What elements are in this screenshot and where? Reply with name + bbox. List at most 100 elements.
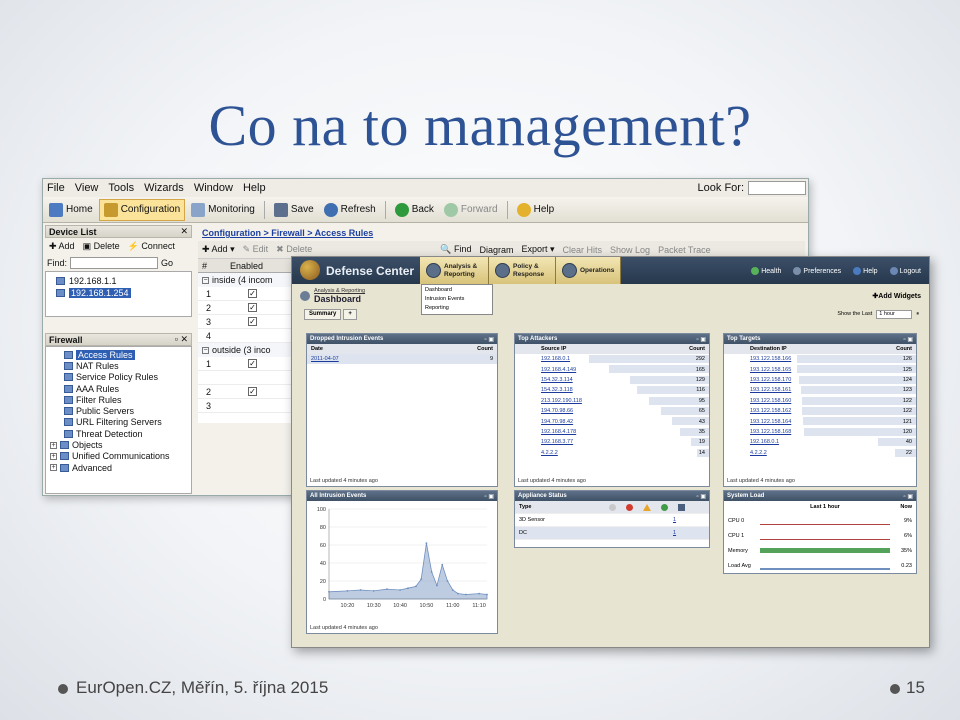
ip-link[interactable]: 192.168.3.77 [519, 439, 573, 445]
delete-rule-button[interactable]: ✖ Delete [276, 244, 312, 255]
ip-link[interactable]: 193.122.158.161 [728, 387, 791, 393]
help-link[interactable]: Help [853, 266, 878, 275]
tab-summary[interactable]: Summary [304, 308, 342, 320]
col-enabled[interactable]: Enabled [226, 261, 263, 271]
ip-link[interactable]: 193.122.158.164 [728, 419, 791, 425]
table-row[interactable]: 194.70.98.66 65 [515, 406, 709, 416]
breadcrumb[interactable]: Configuration > Firewall > Access Rules [198, 225, 805, 241]
table-row[interactable]: 154.32.3.118 116 [515, 385, 709, 395]
ip-link[interactable]: 192.168.4.149 [519, 367, 576, 373]
delete-device-button[interactable]: ▣ Delete [83, 241, 120, 252]
table-row[interactable]: 2011-04-07 9 [307, 354, 497, 365]
home-button[interactable]: Home [45, 199, 97, 221]
add-tab-button[interactable]: + [343, 308, 357, 320]
pause-icon[interactable]: ⏸ [916, 311, 919, 318]
table-row[interactable]: 192.168.0.1 292 [515, 354, 709, 364]
table-row[interactable]: 193.122.158.168 120 [724, 427, 916, 437]
time-range-select[interactable]: 1 hour [876, 309, 913, 319]
widget-controls-icon[interactable]: ▫ ▣ [697, 336, 709, 343]
forward-button[interactable]: Forward [440, 199, 502, 221]
ip-link[interactable]: 192.168.4.178 [519, 429, 576, 435]
tree-item-aaa-rules[interactable]: AAA Rules [50, 383, 187, 394]
table-row[interactable]: 192.168.4.149 165 [515, 364, 709, 374]
table-row[interactable]: 193.122.158.161 123 [724, 385, 916, 395]
preferences-link[interactable]: Preferences [793, 266, 841, 275]
table-row[interactable]: 193.122.158.166 126 [724, 354, 916, 364]
menu-item-reporting[interactable]: Reporting [425, 305, 489, 314]
table-row[interactable]: 193.122.158.164 121 [724, 416, 916, 426]
go-button[interactable]: Go [161, 258, 173, 268]
table-row[interactable]: 193.122.158.165 125 [724, 364, 916, 374]
tree-item-threat-detection[interactable]: Threat Detection [50, 428, 187, 439]
device-item[interactable]: 192.168.1.1 [56, 275, 181, 287]
enabled-checkbox[interactable]: ✓ [248, 387, 257, 396]
collapse-icon[interactable]: − [202, 276, 209, 284]
tree-item-public-servers[interactable]: Public Servers [50, 405, 187, 416]
back-button[interactable]: Back [391, 199, 438, 221]
table-row[interactable]: DC 1 [515, 527, 709, 540]
ip-link[interactable]: 193.122.158.162 [728, 408, 791, 414]
enabled-checkbox[interactable]: ✓ [248, 317, 257, 326]
expand-icon[interactable]: + [50, 452, 57, 460]
packet-trace-button[interactable]: Packet Trace [658, 245, 711, 255]
logout-link[interactable]: Logout [889, 266, 921, 275]
enabled-checkbox[interactable]: ✓ [248, 303, 257, 312]
tree-item-filter-rules[interactable]: Filter Rules [50, 394, 187, 405]
show-log-button[interactable]: Show Log [610, 245, 650, 255]
table-row[interactable]: 4.2.2.2 14 [515, 448, 709, 458]
widget-controls-icon[interactable]: ▫ ▣ [485, 336, 497, 343]
tree-item-url-filtering[interactable]: URL Filtering Servers [50, 417, 187, 428]
ip-link[interactable]: 4.2.2.2 [728, 450, 767, 456]
find-button[interactable]: 🔍 Find [440, 244, 471, 255]
table-row[interactable]: 154.32.3.114 129 [515, 375, 709, 385]
menu-help[interactable]: Help [243, 182, 266, 194]
menu-tools[interactable]: Tools [108, 182, 134, 194]
enabled-checkbox[interactable]: ✓ [248, 359, 257, 368]
expand-icon[interactable]: + [50, 464, 57, 472]
ip-link[interactable]: 193.122.158.160 [728, 398, 791, 404]
nav-analysis-reporting[interactable]: Analysis & Reporting [420, 257, 489, 284]
widget-controls-icon[interactable]: ▫ ▣ [697, 493, 709, 500]
menu-view[interactable]: View [75, 182, 99, 194]
monitoring-button[interactable]: Monitoring [187, 199, 259, 221]
table-row[interactable]: 3D Sensor 1 [515, 514, 709, 527]
table-row[interactable]: 213.192.190.118 95 [515, 396, 709, 406]
ip-link[interactable]: 193.122.158.166 [728, 356, 791, 362]
ip-link[interactable]: 193.122.158.168 [728, 429, 791, 435]
table-row[interactable]: 193.122.158.162 122 [724, 406, 916, 416]
menu-file[interactable]: File [47, 182, 65, 194]
tree-item-advanced[interactable]: + Advanced [50, 462, 187, 473]
look-for-input[interactable] [748, 181, 806, 195]
widget-controls-icon[interactable]: ▫ ▣ [904, 493, 916, 500]
edit-rule-button[interactable]: ✎ Edit [243, 244, 269, 255]
diagram-button[interactable]: Diagram [479, 245, 513, 255]
ip-link[interactable]: 192.168.0.1 [728, 439, 779, 445]
export-button[interactable]: Export ▾ [521, 244, 554, 255]
table-row[interactable]: 194.70.98.42 43 [515, 416, 709, 426]
tree-item-unified-communications[interactable]: + Unified Communications [50, 451, 187, 462]
ip-link[interactable]: 213.192.190.118 [519, 398, 582, 404]
ip-link[interactable]: 154.32.3.118 [519, 387, 573, 393]
add-device-button[interactable]: ✚ Add [49, 241, 75, 252]
ip-link[interactable]: 194.70.98.42 [519, 419, 573, 425]
nav-policy-response[interactable]: Policy & Response [489, 257, 556, 284]
add-rule-button[interactable]: ✚ Add ▾ [202, 244, 235, 255]
connect-button[interactable]: ⚡ Connect [128, 241, 175, 252]
clear-hits-button[interactable]: Clear Hits [563, 245, 603, 255]
ip-link[interactable]: 193.122.158.170 [728, 377, 791, 383]
close-icon[interactable]: ✕ [180, 226, 191, 237]
ip-link[interactable]: 154.32.3.114 [519, 377, 573, 383]
ip-link[interactable]: 194.70.98.66 [519, 408, 573, 414]
table-row[interactable]: 192.168.3.77 19 [515, 437, 709, 447]
save-button[interactable]: Save [270, 199, 318, 221]
device-item[interactable]: 192.168.1.254 [56, 287, 181, 299]
widget-controls-icon[interactable]: ▫ ▣ [485, 493, 497, 500]
health-link[interactable]: Health [751, 266, 781, 275]
menu-item-intrusion-events[interactable]: Intrusion Events [425, 296, 489, 305]
table-row[interactable]: 4.2.2.2 22 [724, 448, 916, 458]
collapse-icon[interactable]: − [202, 346, 209, 354]
widget-controls-icon[interactable]: ▫ ▣ [904, 336, 916, 343]
table-row[interactable]: 193.122.158.170 124 [724, 375, 916, 385]
add-widgets-button[interactable]: ✚Add Widgets [872, 292, 921, 300]
ip-link[interactable]: 193.122.158.165 [728, 367, 791, 373]
